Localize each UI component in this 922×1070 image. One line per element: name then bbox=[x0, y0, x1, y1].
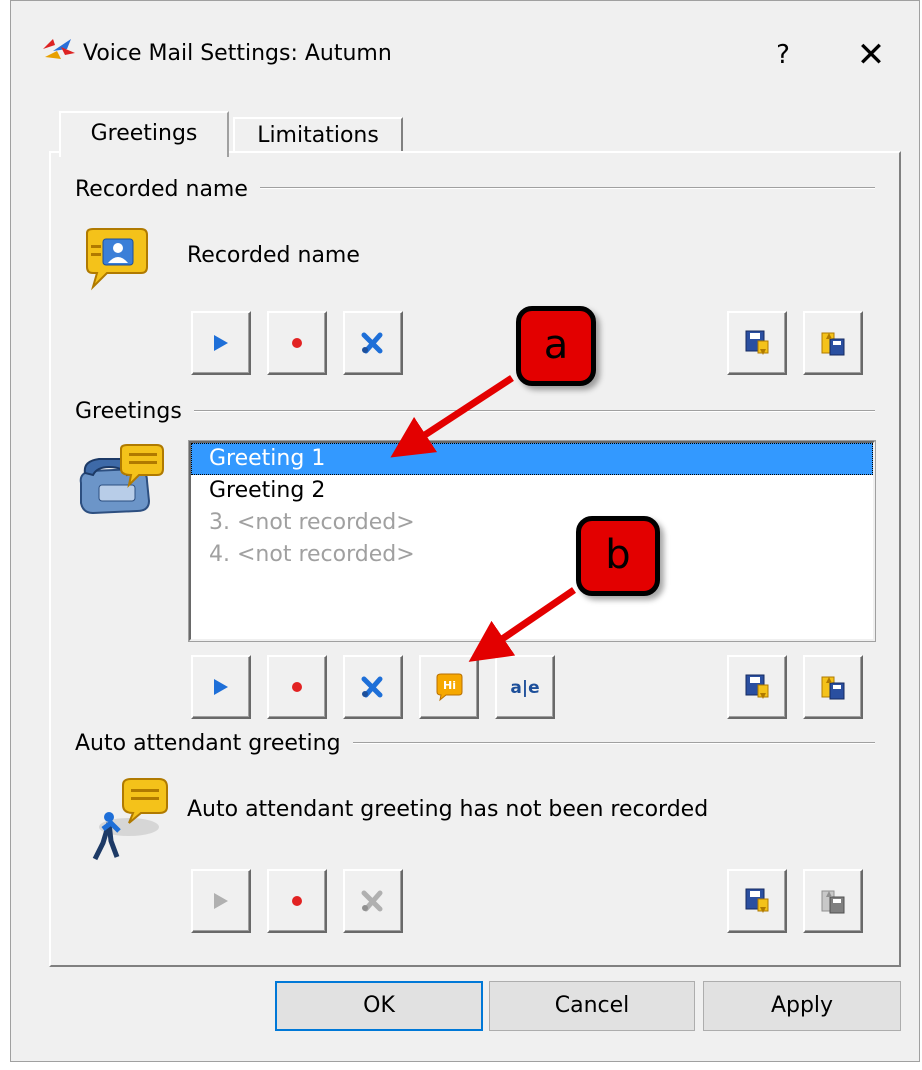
close-button[interactable]: ✕ bbox=[849, 33, 893, 77]
cancel-button[interactable]: Cancel bbox=[489, 981, 695, 1031]
callout-b: b bbox=[576, 516, 660, 596]
delete-scissors-icon bbox=[361, 332, 383, 354]
hi-icon-text: Hi bbox=[443, 679, 456, 692]
delete-scissors-icon bbox=[361, 890, 383, 912]
greetings-section-label: Greetings bbox=[75, 399, 194, 424]
greeting-play-button[interactable] bbox=[191, 655, 251, 719]
auto-attendant-import-button[interactable] bbox=[727, 869, 787, 933]
help-button[interactable]: ? bbox=[763, 35, 803, 75]
export-disk-icon bbox=[821, 890, 845, 914]
set-active-greeting-button[interactable]: Hi bbox=[419, 655, 479, 719]
ok-button[interactable]: OK bbox=[275, 981, 483, 1031]
greeting-item-1[interactable]: Greeting 1 bbox=[191, 443, 873, 475]
recorded-name-play-button[interactable] bbox=[191, 311, 251, 375]
recorded-name-record-button[interactable] bbox=[267, 311, 327, 375]
tab-limitations[interactable]: Limitations bbox=[233, 117, 403, 153]
auto-attendant-delete-button[interactable] bbox=[343, 869, 403, 933]
import-disk-icon bbox=[745, 888, 769, 913]
auto-attendant-status: Auto attendant greeting has not been rec… bbox=[187, 797, 709, 822]
play-icon bbox=[214, 335, 228, 351]
greetings-listbox[interactable]: Greeting 1 Greeting 2 3. <not recorded> … bbox=[188, 440, 876, 642]
recorded-name-speech-icon bbox=[86, 228, 148, 291]
recorded-name-status: Recorded name bbox=[187, 243, 360, 268]
app-icon bbox=[43, 39, 75, 59]
import-disk-icon bbox=[745, 330, 769, 355]
auto-attendant-icon bbox=[92, 778, 168, 861]
import-disk-icon bbox=[745, 674, 769, 699]
apply-button[interactable]: Apply bbox=[703, 981, 901, 1031]
greeting-export-button[interactable] bbox=[803, 655, 863, 719]
recorded-name-section-label: Recorded name bbox=[75, 177, 260, 202]
auto-attendant-record-button[interactable] bbox=[267, 869, 327, 933]
record-icon bbox=[292, 338, 302, 348]
greeting-delete-button[interactable] bbox=[343, 655, 403, 719]
greeting-item-2[interactable]: Greeting 2 bbox=[191, 475, 873, 507]
greeting-import-button[interactable] bbox=[727, 655, 787, 719]
title-bar: Voice Mail Settings: Autumn ? ✕ bbox=[11, 1, 919, 97]
greeting-item-3[interactable]: 3. <not recorded> bbox=[191, 507, 873, 539]
recorded-name-delete-button[interactable] bbox=[343, 311, 403, 375]
greeting-record-button[interactable] bbox=[267, 655, 327, 719]
record-icon bbox=[292, 682, 302, 692]
export-disk-icon bbox=[821, 676, 845, 700]
play-icon bbox=[214, 679, 228, 695]
greetings-divider bbox=[75, 410, 875, 412]
auto-attendant-section-label: Auto attendant greeting bbox=[75, 731, 353, 756]
recorded-name-export-button[interactable] bbox=[803, 311, 863, 375]
auto-attendant-export-button[interactable] bbox=[803, 869, 863, 933]
window-title: Voice Mail Settings: Autumn bbox=[83, 41, 392, 66]
export-disk-icon bbox=[821, 332, 845, 356]
recorded-name-import-button[interactable] bbox=[727, 311, 787, 375]
rename-greeting-button[interactable]: a|e bbox=[495, 655, 555, 719]
voice-mail-settings-dialog: Voice Mail Settings: Autumn ? ✕ Greeting… bbox=[10, 0, 920, 1062]
rename-icon-text: a|e bbox=[510, 678, 539, 698]
record-icon bbox=[292, 896, 302, 906]
auto-attendant-play-button[interactable] bbox=[191, 869, 251, 933]
tab-greetings[interactable]: Greetings bbox=[59, 111, 229, 157]
greeting-item-4[interactable]: 4. <not recorded> bbox=[191, 539, 873, 571]
hi-speech-icon: Hi bbox=[436, 673, 463, 702]
phone-greeting-icon bbox=[79, 444, 164, 515]
delete-scissors-icon bbox=[361, 676, 383, 698]
rename-text-icon: a|e bbox=[510, 678, 539, 698]
play-icon bbox=[214, 893, 228, 909]
callout-a: a bbox=[516, 306, 596, 386]
